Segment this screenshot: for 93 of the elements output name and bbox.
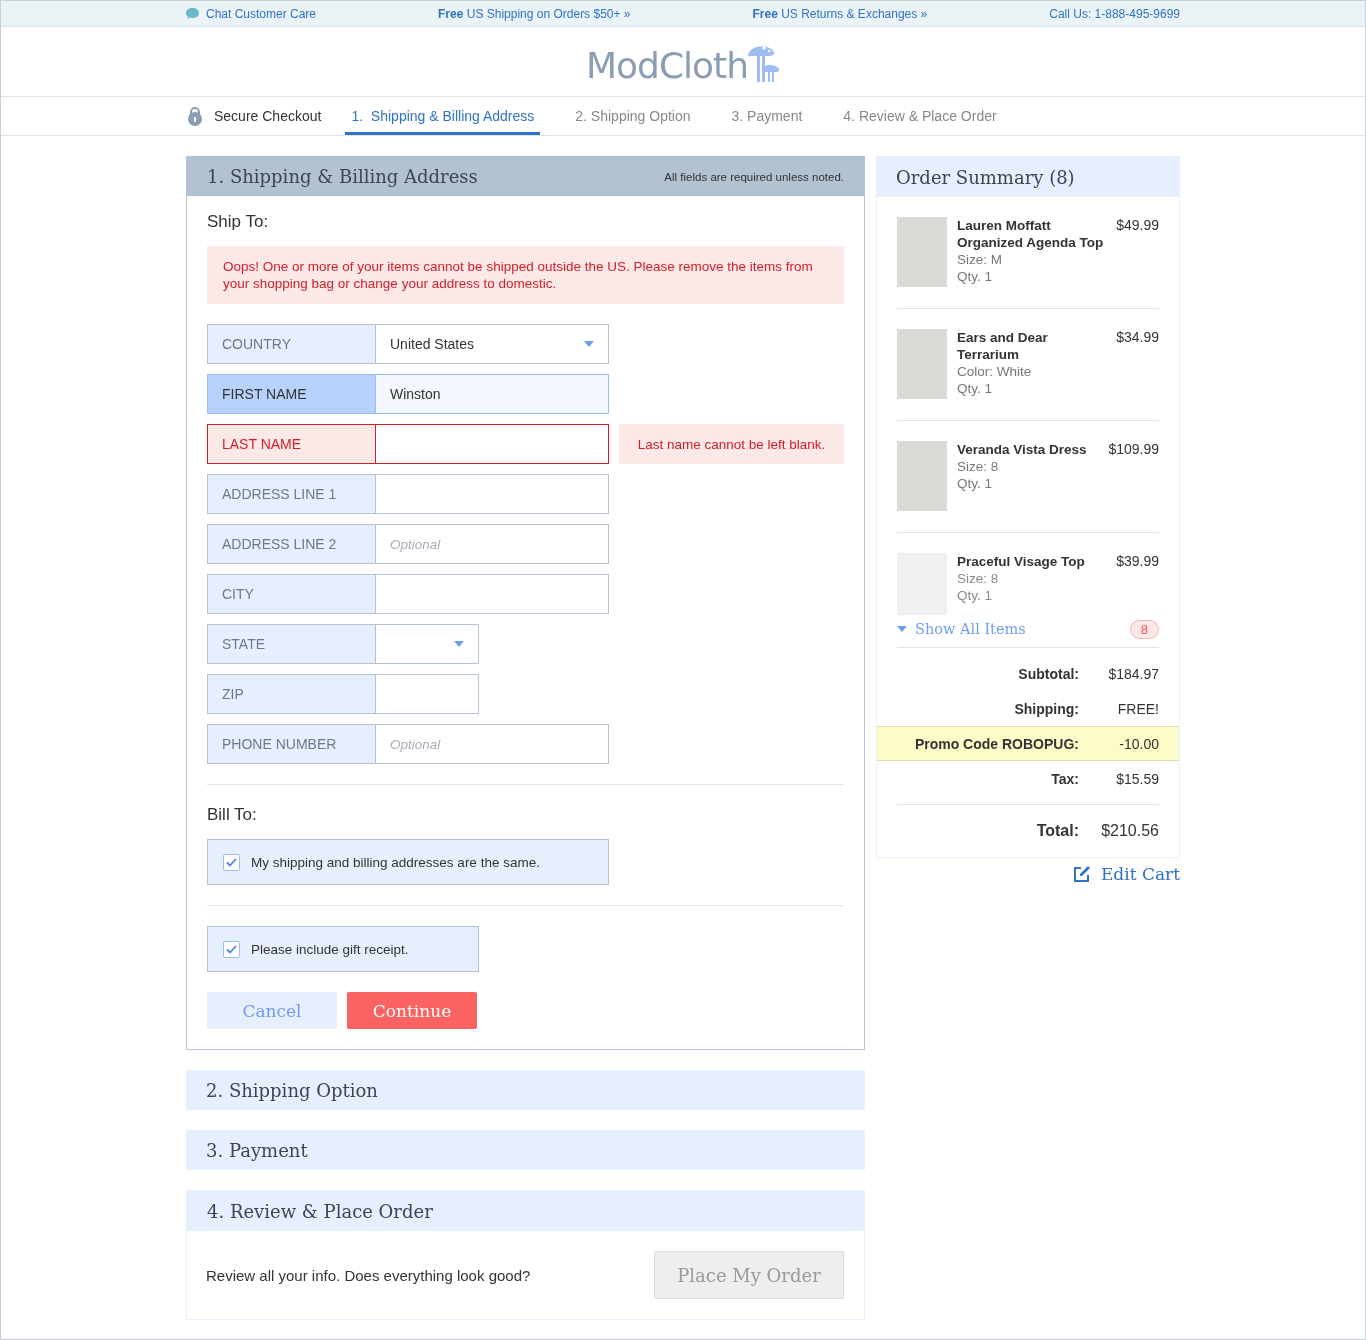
checkbox[interactable] bbox=[223, 940, 240, 958]
checkbox-option[interactable]: Please include gift receipt. bbox=[207, 926, 479, 972]
product-detail: Size: M bbox=[957, 251, 1003, 268]
field-label: PHONE NUMBER bbox=[208, 725, 376, 763]
step-tab[interactable]: 4. Review & Place Order bbox=[837, 97, 1003, 135]
dropdown-caret-icon bbox=[454, 641, 464, 647]
product-photo-placeholder bbox=[897, 329, 947, 399]
lock-icon bbox=[186, 106, 204, 126]
field-label: FIRST NAME bbox=[208, 375, 376, 413]
product-detail: Qty. 1 bbox=[957, 268, 993, 285]
field-label: CITY bbox=[208, 575, 376, 613]
continue-button[interactable]: Continue bbox=[347, 992, 477, 1029]
product-detail: Qty. 1 bbox=[957, 587, 993, 604]
edit-icon bbox=[1072, 865, 1091, 883]
field-error-message: Last name cannot be left blank. bbox=[619, 424, 844, 464]
dropdown-caret-icon bbox=[584, 341, 594, 347]
place-order-button: Place My Order bbox=[654, 1251, 844, 1299]
field-placeholder: Optional bbox=[390, 736, 441, 752]
promo-link[interactable]: Free US Returns & Exchanges » bbox=[752, 6, 928, 21]
product-price: $109.99 bbox=[1108, 441, 1159, 459]
show-all-items-link[interactable]: Show All Items bbox=[897, 621, 1026, 637]
summary-title: Order Summary (8) bbox=[896, 166, 1075, 188]
product-price: $39.99 bbox=[1116, 553, 1159, 571]
required-note: All fields are required unless noted. bbox=[664, 170, 844, 183]
form-field[interactable]: PHONE NUMBER Optional bbox=[207, 724, 609, 764]
form-field[interactable]: COUNTRY United States bbox=[207, 324, 609, 364]
panel-title: 1. Shipping & Billing Address bbox=[207, 166, 478, 187]
field-value: Winston bbox=[390, 386, 441, 402]
form-field[interactable]: FIRST NAME Winston bbox=[207, 374, 609, 414]
product-name: Praceful Visage Top bbox=[957, 553, 1086, 570]
promo-link[interactable]: Free US Shipping on Orders $50+ » bbox=[438, 6, 631, 21]
error-alert: Oops! One or more of your items cannot be shipped outside the US. Please remove the items from your shopping bag or change your address to domestic. bbox=[207, 246, 844, 304]
logo-text: ModCloth bbox=[585, 47, 748, 84]
checkmark-icon bbox=[226, 857, 237, 867]
product-price: $34.99 bbox=[1116, 329, 1159, 347]
review-prompt: Review all your info. Does everything look good? bbox=[206, 1266, 531, 1284]
total-label: Promo Code ROBOPUG: bbox=[914, 735, 1079, 752]
product-photo-placeholder bbox=[897, 217, 947, 287]
collapsed-section-header[interactable]: 2. Shipping Option bbox=[186, 1070, 865, 1110]
form-field[interactable]: ADDRESS LINE 1 bbox=[207, 474, 609, 514]
product-name: Veranda Vista Dress bbox=[957, 441, 1088, 458]
field-label: ADDRESS LINE 2 bbox=[208, 525, 376, 563]
chat-link[interactable]: Chat Customer Care bbox=[206, 6, 317, 21]
product-detail: Size: 8 bbox=[957, 458, 1000, 475]
step-tab[interactable]: 1. Shipping & Billing Address bbox=[345, 97, 541, 135]
total-value: $15.59 bbox=[1115, 770, 1159, 787]
field-label: ZIP bbox=[208, 675, 376, 713]
checkmark-icon bbox=[226, 944, 237, 954]
checkbox[interactable] bbox=[223, 853, 240, 871]
product-detail: Size: 8 bbox=[957, 570, 1000, 587]
section-title: 3. Payment bbox=[206, 1139, 308, 1161]
ship-to-heading: Ship To: bbox=[207, 212, 270, 232]
field-label: ADDRESS LINE 1 bbox=[208, 475, 376, 513]
form-field[interactable]: ADDRESS LINE 2 Optional bbox=[207, 524, 609, 564]
total-label: Shipping: bbox=[1014, 700, 1079, 717]
checkbox-option[interactable]: My shipping and billing addresses are the same. bbox=[207, 839, 609, 885]
total-value: -10.00 bbox=[1118, 735, 1159, 752]
cancel-button[interactable]: Cancel bbox=[207, 992, 337, 1029]
item-count-badge: 8 bbox=[1129, 619, 1159, 639]
section-title: 4. Review & Place Order bbox=[207, 1200, 433, 1222]
field-value: United States bbox=[390, 336, 475, 352]
product-detail: Color: White bbox=[957, 363, 1033, 380]
form-field[interactable]: STATE bbox=[207, 624, 479, 664]
edit-cart-link[interactable]: Edit Cart bbox=[1072, 864, 1180, 884]
form-field[interactable]: LAST NAME bbox=[207, 424, 609, 464]
chat-bubble-icon bbox=[186, 8, 199, 19]
caret-down-icon bbox=[897, 626, 907, 632]
product-name: Ears and Dear Terrarium bbox=[957, 329, 1049, 363]
grand-total-label: Total: bbox=[1036, 822, 1079, 840]
total-value: $184.97 bbox=[1107, 665, 1159, 682]
product-detail: Qty. 1 bbox=[957, 475, 993, 492]
form-field[interactable]: CITY bbox=[207, 574, 609, 614]
phone-link[interactable]: Call Us: 1-888-495-9699 bbox=[1049, 6, 1180, 21]
step-tab[interactable]: 3. Payment bbox=[725, 97, 809, 135]
secure-checkout-label: Secure Checkout bbox=[214, 108, 322, 124]
bill-to-heading: Bill To: bbox=[207, 805, 258, 825]
field-label: LAST NAME bbox=[208, 425, 376, 463]
total-label: Tax: bbox=[1051, 770, 1079, 787]
product-name: Lauren Moffatt Organized Agenda Top bbox=[957, 217, 1105, 251]
field-placeholder: Optional bbox=[390, 536, 441, 552]
total-label: Subtotal: bbox=[1018, 665, 1079, 682]
form-field[interactable]: ZIP bbox=[207, 674, 479, 714]
step-tab[interactable]: 2. Shipping Option bbox=[569, 97, 697, 135]
product-photo-placeholder bbox=[897, 441, 947, 511]
field-label: COUNTRY bbox=[208, 325, 376, 363]
logo[interactable]: ModCloth bbox=[585, 39, 780, 84]
collapsed-section-header[interactable]: 3. Payment bbox=[186, 1130, 865, 1170]
product-detail: Qty. 1 bbox=[957, 380, 993, 397]
section-title: 2. Shipping Option bbox=[206, 1079, 378, 1101]
grand-total-value: $210.56 bbox=[1100, 822, 1159, 840]
product-price: $49.99 bbox=[1116, 217, 1159, 235]
total-value: FREE! bbox=[1116, 700, 1159, 717]
field-label: STATE bbox=[208, 625, 376, 663]
